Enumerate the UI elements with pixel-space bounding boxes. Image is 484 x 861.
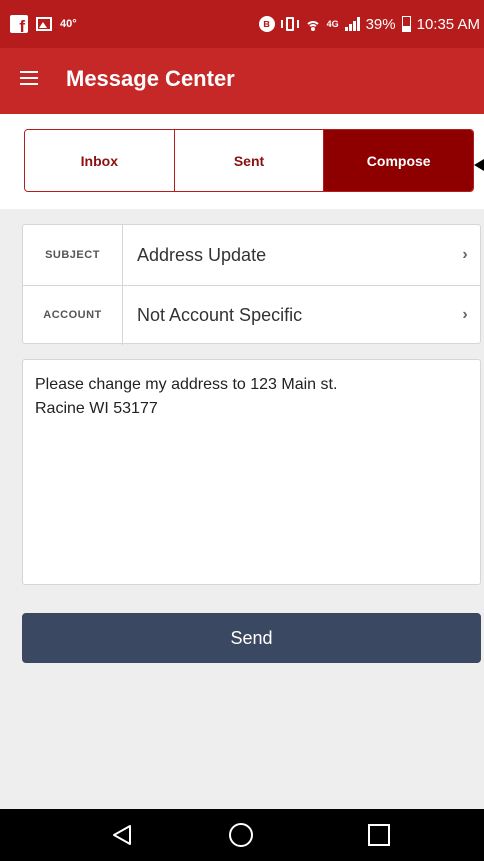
send-button[interactable]: Send: [22, 613, 481, 663]
vibrate-icon: [280, 17, 299, 31]
tab-pointer-arrow-icon: [474, 159, 484, 171]
wifi-icon: [304, 17, 321, 31]
account-label: ACCOUNT: [23, 285, 123, 345]
message-tabs: Inbox Sent Compose: [24, 129, 474, 192]
status-bar-system: ʙ 4G 39% 10:35 AM: [258, 13, 480, 35]
status-bar-notifications: f 40°: [10, 13, 77, 35]
battery-icon: [401, 16, 411, 32]
app-bar: Message Center: [0, 48, 484, 114]
bluetooth-icon: ʙ: [258, 16, 275, 32]
temperature-text: 40°: [60, 18, 77, 30]
tabs-container: Inbox Sent Compose: [0, 114, 484, 209]
tab-sent[interactable]: Sent: [174, 130, 325, 191]
subject-label: SUBJECT: [23, 225, 123, 285]
subject-value: Address Update: [137, 244, 267, 265]
home-icon[interactable]: [228, 822, 254, 848]
compose-fields: SUBJECT Address Update › ACCOUNT Not Acc…: [22, 224, 481, 345]
tab-inbox[interactable]: Inbox: [25, 130, 175, 191]
account-row[interactable]: ACCOUNT Not Account Specific ›: [23, 285, 480, 345]
main-content: Inbox Sent Compose SUBJECT Address Updat…: [0, 114, 484, 809]
account-value: Not Account Specific: [137, 304, 303, 325]
gallery-icon: [36, 17, 52, 31]
back-icon[interactable]: [110, 823, 134, 847]
page-title: Message Center: [66, 66, 235, 91]
hamburger-menu-icon[interactable]: [20, 71, 38, 85]
system-nav-bar: [0, 809, 484, 861]
status-bar: f 40° ʙ 4G 39% 10:35 AM: [0, 0, 484, 48]
chevron-right-icon: ›: [462, 306, 468, 323]
network-type-text: 4G: [326, 19, 339, 29]
facebook-icon: f: [10, 15, 28, 35]
chevron-right-icon: ›: [462, 246, 468, 263]
recent-apps-icon[interactable]: [367, 823, 391, 847]
message-body-input[interactable]: Please change my address to 123 Main st.…: [22, 359, 481, 585]
clock-text: 10:35 AM: [416, 15, 480, 33]
battery-percent-text: 39%: [365, 15, 396, 33]
subject-row[interactable]: SUBJECT Address Update ›: [23, 225, 480, 286]
tab-compose[interactable]: Compose: [324, 130, 473, 191]
signal-icon: [344, 17, 360, 31]
